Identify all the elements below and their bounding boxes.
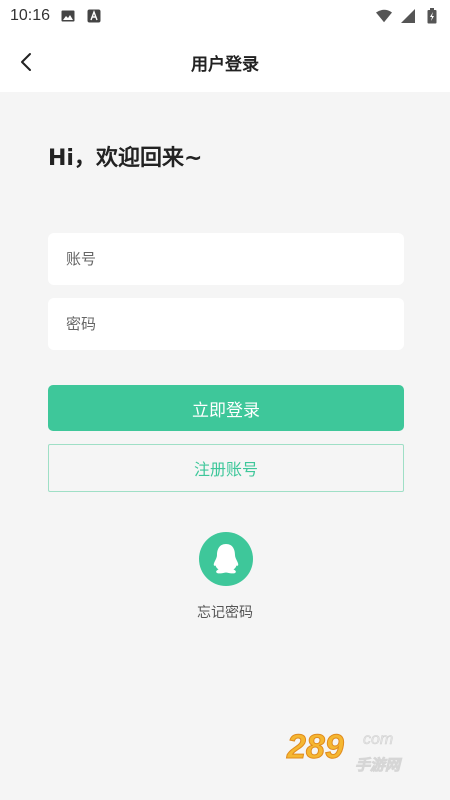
svg-text:289: 289: [286, 728, 344, 766]
status-time: 10:16: [10, 7, 51, 24]
svg-text:com: com: [363, 731, 393, 748]
image-icon: [60, 9, 76, 23]
status-left: 10:16: [10, 7, 102, 25]
status-right: [376, 8, 440, 24]
status-bar: 10:16: [0, 0, 450, 32]
page-title: 用户登录: [191, 54, 259, 75]
svg-text:手游网: 手游网: [355, 756, 403, 774]
account-input[interactable]: [48, 233, 404, 285]
greeting-text: Hi，欢迎回来~: [48, 146, 203, 171]
wifi-icon: [376, 9, 392, 23]
qq-icon: [213, 544, 239, 574]
nav-bar: 用户登录: [0, 32, 450, 92]
password-input[interactable]: [48, 298, 404, 350]
forgot-password-link[interactable]: 忘记密码: [0, 602, 450, 622]
login-content: Hi，欢迎回来~ 立即登录 注册账号 忘记密码 289 com 手游网: [0, 92, 450, 800]
qq-login-button[interactable]: [199, 532, 253, 586]
a-icon: [86, 9, 102, 23]
back-button[interactable]: [8, 44, 44, 80]
back-icon: [21, 53, 31, 71]
signal-icon: [400, 9, 416, 23]
battery-icon: [424, 8, 440, 24]
register-button[interactable]: 注册账号: [48, 444, 404, 492]
login-button[interactable]: 立即登录: [48, 385, 404, 431]
watermark-logo: 289 com 手游网: [285, 720, 435, 780]
